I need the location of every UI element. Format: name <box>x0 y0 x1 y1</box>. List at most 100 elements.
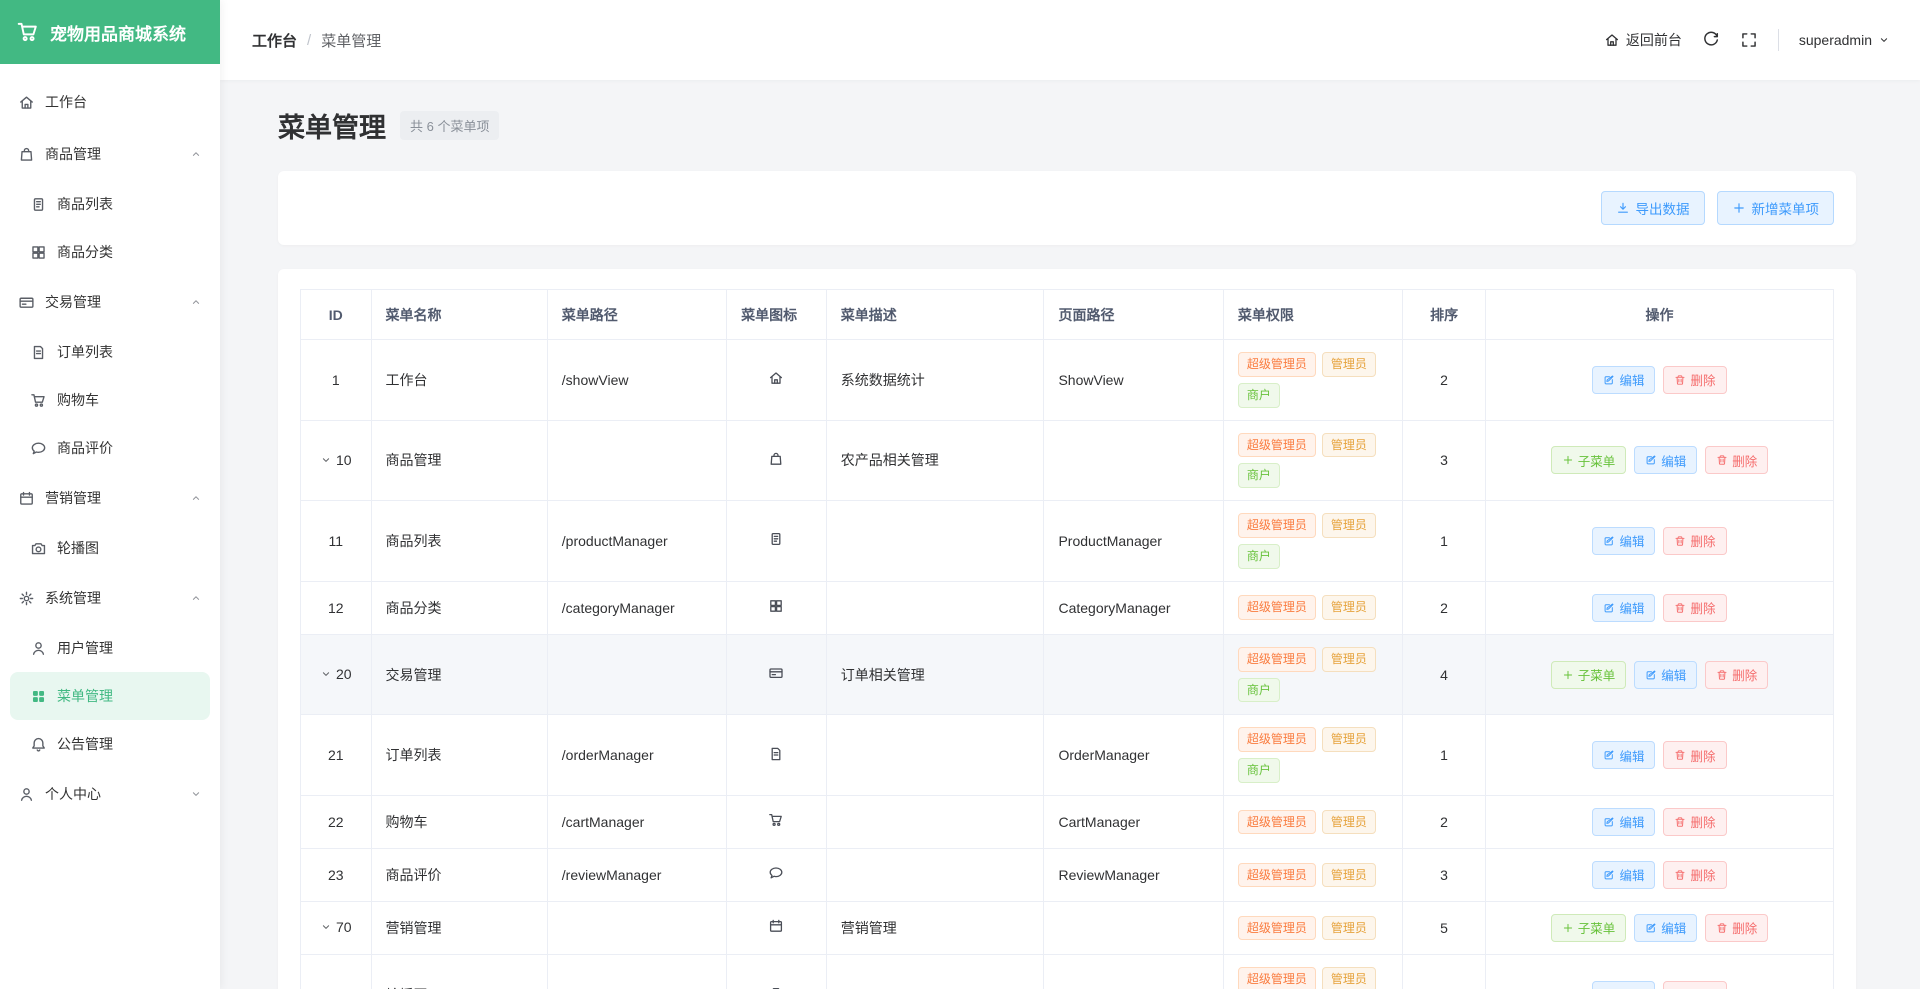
user-menu[interactable]: superadmin <box>1799 32 1890 48</box>
home-icon <box>18 94 35 111</box>
sidebar-subitem-2-1[interactable]: 购物车 <box>0 376 220 424</box>
sidebar-subitem-label: 公告管理 <box>57 734 113 754</box>
edit-label: 编辑 <box>1619 985 1644 989</box>
edit-button[interactable]: 编辑 <box>1592 981 1655 989</box>
add-child-button[interactable]: 子菜单 <box>1551 446 1627 474</box>
delete-button[interactable]: 删除 <box>1663 594 1726 622</box>
perm-tag-merchant: 商户 <box>1238 544 1280 569</box>
sidebar-subitem-1-0[interactable]: 商品列表 <box>0 180 220 228</box>
page-path: ReviewManager <box>1058 867 1159 883</box>
column-header: 操作 <box>1485 290 1833 340</box>
main-area: 工作台 / 菜单管理 返回前台 superadmin 菜单管理 共 6 个菜单项 <box>220 0 1920 989</box>
sidebar-item-1[interactable]: 商品管理 <box>0 128 220 180</box>
sidebar-subitem-4-1[interactable]: 菜单管理 <box>10 672 210 720</box>
user-icon <box>30 640 47 657</box>
perm-tag-admin: 管理员 <box>1322 863 1376 888</box>
trash-icon <box>1674 374 1686 386</box>
trash-icon <box>1674 749 1686 761</box>
delete-button[interactable]: 删除 <box>1663 861 1726 889</box>
refresh-button[interactable] <box>1702 31 1720 49</box>
edit-label: 编辑 <box>1619 598 1644 617</box>
edit-button[interactable]: 编辑 <box>1634 661 1697 689</box>
trash-icon <box>1716 669 1728 681</box>
delete-button[interactable]: 删除 <box>1663 527 1726 555</box>
sidebar-subitem-4-0[interactable]: 用户管理 <box>0 624 220 672</box>
edit-button[interactable]: 编辑 <box>1592 861 1655 889</box>
menu-path: /reviewManager <box>562 867 662 883</box>
column-header-label: 菜单路径 <box>562 307 618 323</box>
sidebar-item-2[interactable]: 交易管理 <box>0 276 220 328</box>
perm-tag-admin: 管理员 <box>1322 647 1376 672</box>
column-header: ID <box>301 290 372 340</box>
edit-icon <box>1603 374 1615 386</box>
sidebar-item-5[interactable]: 个人中心 <box>0 768 220 820</box>
page-title: 菜单管理 <box>278 106 386 145</box>
export-data-label: 导出数据 <box>1636 198 1690 218</box>
expand-row-button[interactable] <box>320 921 332 933</box>
delete-button[interactable]: 删除 <box>1663 366 1726 394</box>
fullscreen-button[interactable] <box>1740 31 1758 49</box>
table-row-21: 21订单列表/orderManagerOrderManager超级管理员管理员商… <box>301 715 1834 796</box>
page-path: CartManager <box>1058 814 1140 830</box>
perm-tag-superadmin: 超级管理员 <box>1238 810 1316 835</box>
delete-button[interactable]: 删除 <box>1663 981 1726 989</box>
edit-button[interactable]: 编辑 <box>1592 808 1655 836</box>
perm-tag-superadmin: 超级管理员 <box>1238 727 1316 752</box>
sidebar-item-0[interactable]: 工作台 <box>0 76 220 128</box>
edit-button[interactable]: 编辑 <box>1634 446 1697 474</box>
edit-label: 编辑 <box>1619 746 1644 765</box>
list-icon <box>768 531 784 547</box>
delete-button[interactable]: 删除 <box>1705 914 1768 942</box>
sidebar-item-3[interactable]: 营销管理 <box>0 472 220 524</box>
chevron-down-icon <box>190 788 202 800</box>
row-id: 11 <box>328 533 343 549</box>
perm-tag-admin: 管理员 <box>1322 513 1376 538</box>
edit-button[interactable]: 编辑 <box>1592 741 1655 769</box>
sidebar-subitem-2-0[interactable]: 订单列表 <box>0 328 220 376</box>
sidebar-subitem-label: 轮播图 <box>57 538 99 558</box>
sidebar-nav: 工作台商品管理商品列表商品分类交易管理订单列表购物车商品评价营销管理轮播图系统管… <box>0 64 220 832</box>
grid-icon <box>30 244 47 261</box>
delete-label: 删除 <box>1690 746 1715 765</box>
calendar-icon <box>18 490 35 507</box>
bell-icon <box>30 736 47 753</box>
edit-button[interactable]: 编辑 <box>1592 594 1655 622</box>
column-header: 菜单图标 <box>727 290 827 340</box>
table-row-10: 10商品管理农产品相关管理超级管理员管理员商户3子菜单编辑删除 <box>301 420 1834 501</box>
expand-row-button[interactable] <box>320 668 332 680</box>
expand-row-button[interactable] <box>320 454 332 466</box>
perm-tag-merchant: 商户 <box>1238 383 1280 408</box>
edit-button[interactable]: 编辑 <box>1592 527 1655 555</box>
menu-count-badge: 共 6 个菜单项 <box>400 111 499 140</box>
delete-button[interactable]: 删除 <box>1663 741 1726 769</box>
menu-table-card: ID菜单名称菜单路径菜单图标菜单描述页面路径菜单权限排序操作 1工作台/show… <box>278 269 1856 989</box>
breadcrumb-item-home[interactable]: 工作台 <box>252 30 297 51</box>
sidebar-subitem-label: 订单列表 <box>57 342 113 362</box>
sidebar-item-4[interactable]: 系统管理 <box>0 572 220 624</box>
table-row-23: 23商品评价/reviewManagerReviewManager超级管理员管理… <box>301 848 1834 901</box>
edit-button[interactable]: 编辑 <box>1592 366 1655 394</box>
sort-order: 2 <box>1440 814 1448 830</box>
sidebar-subitem-1-1[interactable]: 商品分类 <box>0 228 220 276</box>
export-data-button[interactable]: 导出数据 <box>1601 191 1705 225</box>
app-title: 宠物用品商城系统 <box>50 20 186 45</box>
chevron-up-icon <box>190 148 202 160</box>
back-to-front-button[interactable]: 返回前台 <box>1604 30 1682 50</box>
add-child-button[interactable]: 子菜单 <box>1551 914 1627 942</box>
delete-button[interactable]: 删除 <box>1705 446 1768 474</box>
trash-icon <box>1674 816 1686 828</box>
add-child-button[interactable]: 子菜单 <box>1551 661 1627 689</box>
delete-button[interactable]: 删除 <box>1663 808 1726 836</box>
breadcrumb-separator: / <box>307 32 311 49</box>
delete-label: 删除 <box>1690 812 1715 831</box>
delete-button[interactable]: 删除 <box>1705 661 1768 689</box>
sort-order: 2 <box>1440 372 1448 388</box>
edit-button[interactable]: 编辑 <box>1634 914 1697 942</box>
column-header-label: ID <box>329 307 343 323</box>
add-menu-item-button[interactable]: 新增菜单项 <box>1717 191 1835 225</box>
sidebar-subitem-2-2[interactable]: 商品评价 <box>0 424 220 472</box>
sidebar-subitem-3-0[interactable]: 轮播图 <box>0 524 220 572</box>
sidebar-subitem-4-2[interactable]: 公告管理 <box>0 720 220 768</box>
sidebar-subitem-label: 商品评价 <box>57 438 113 458</box>
breadcrumb: 工作台 / 菜单管理 <box>252 30 381 51</box>
